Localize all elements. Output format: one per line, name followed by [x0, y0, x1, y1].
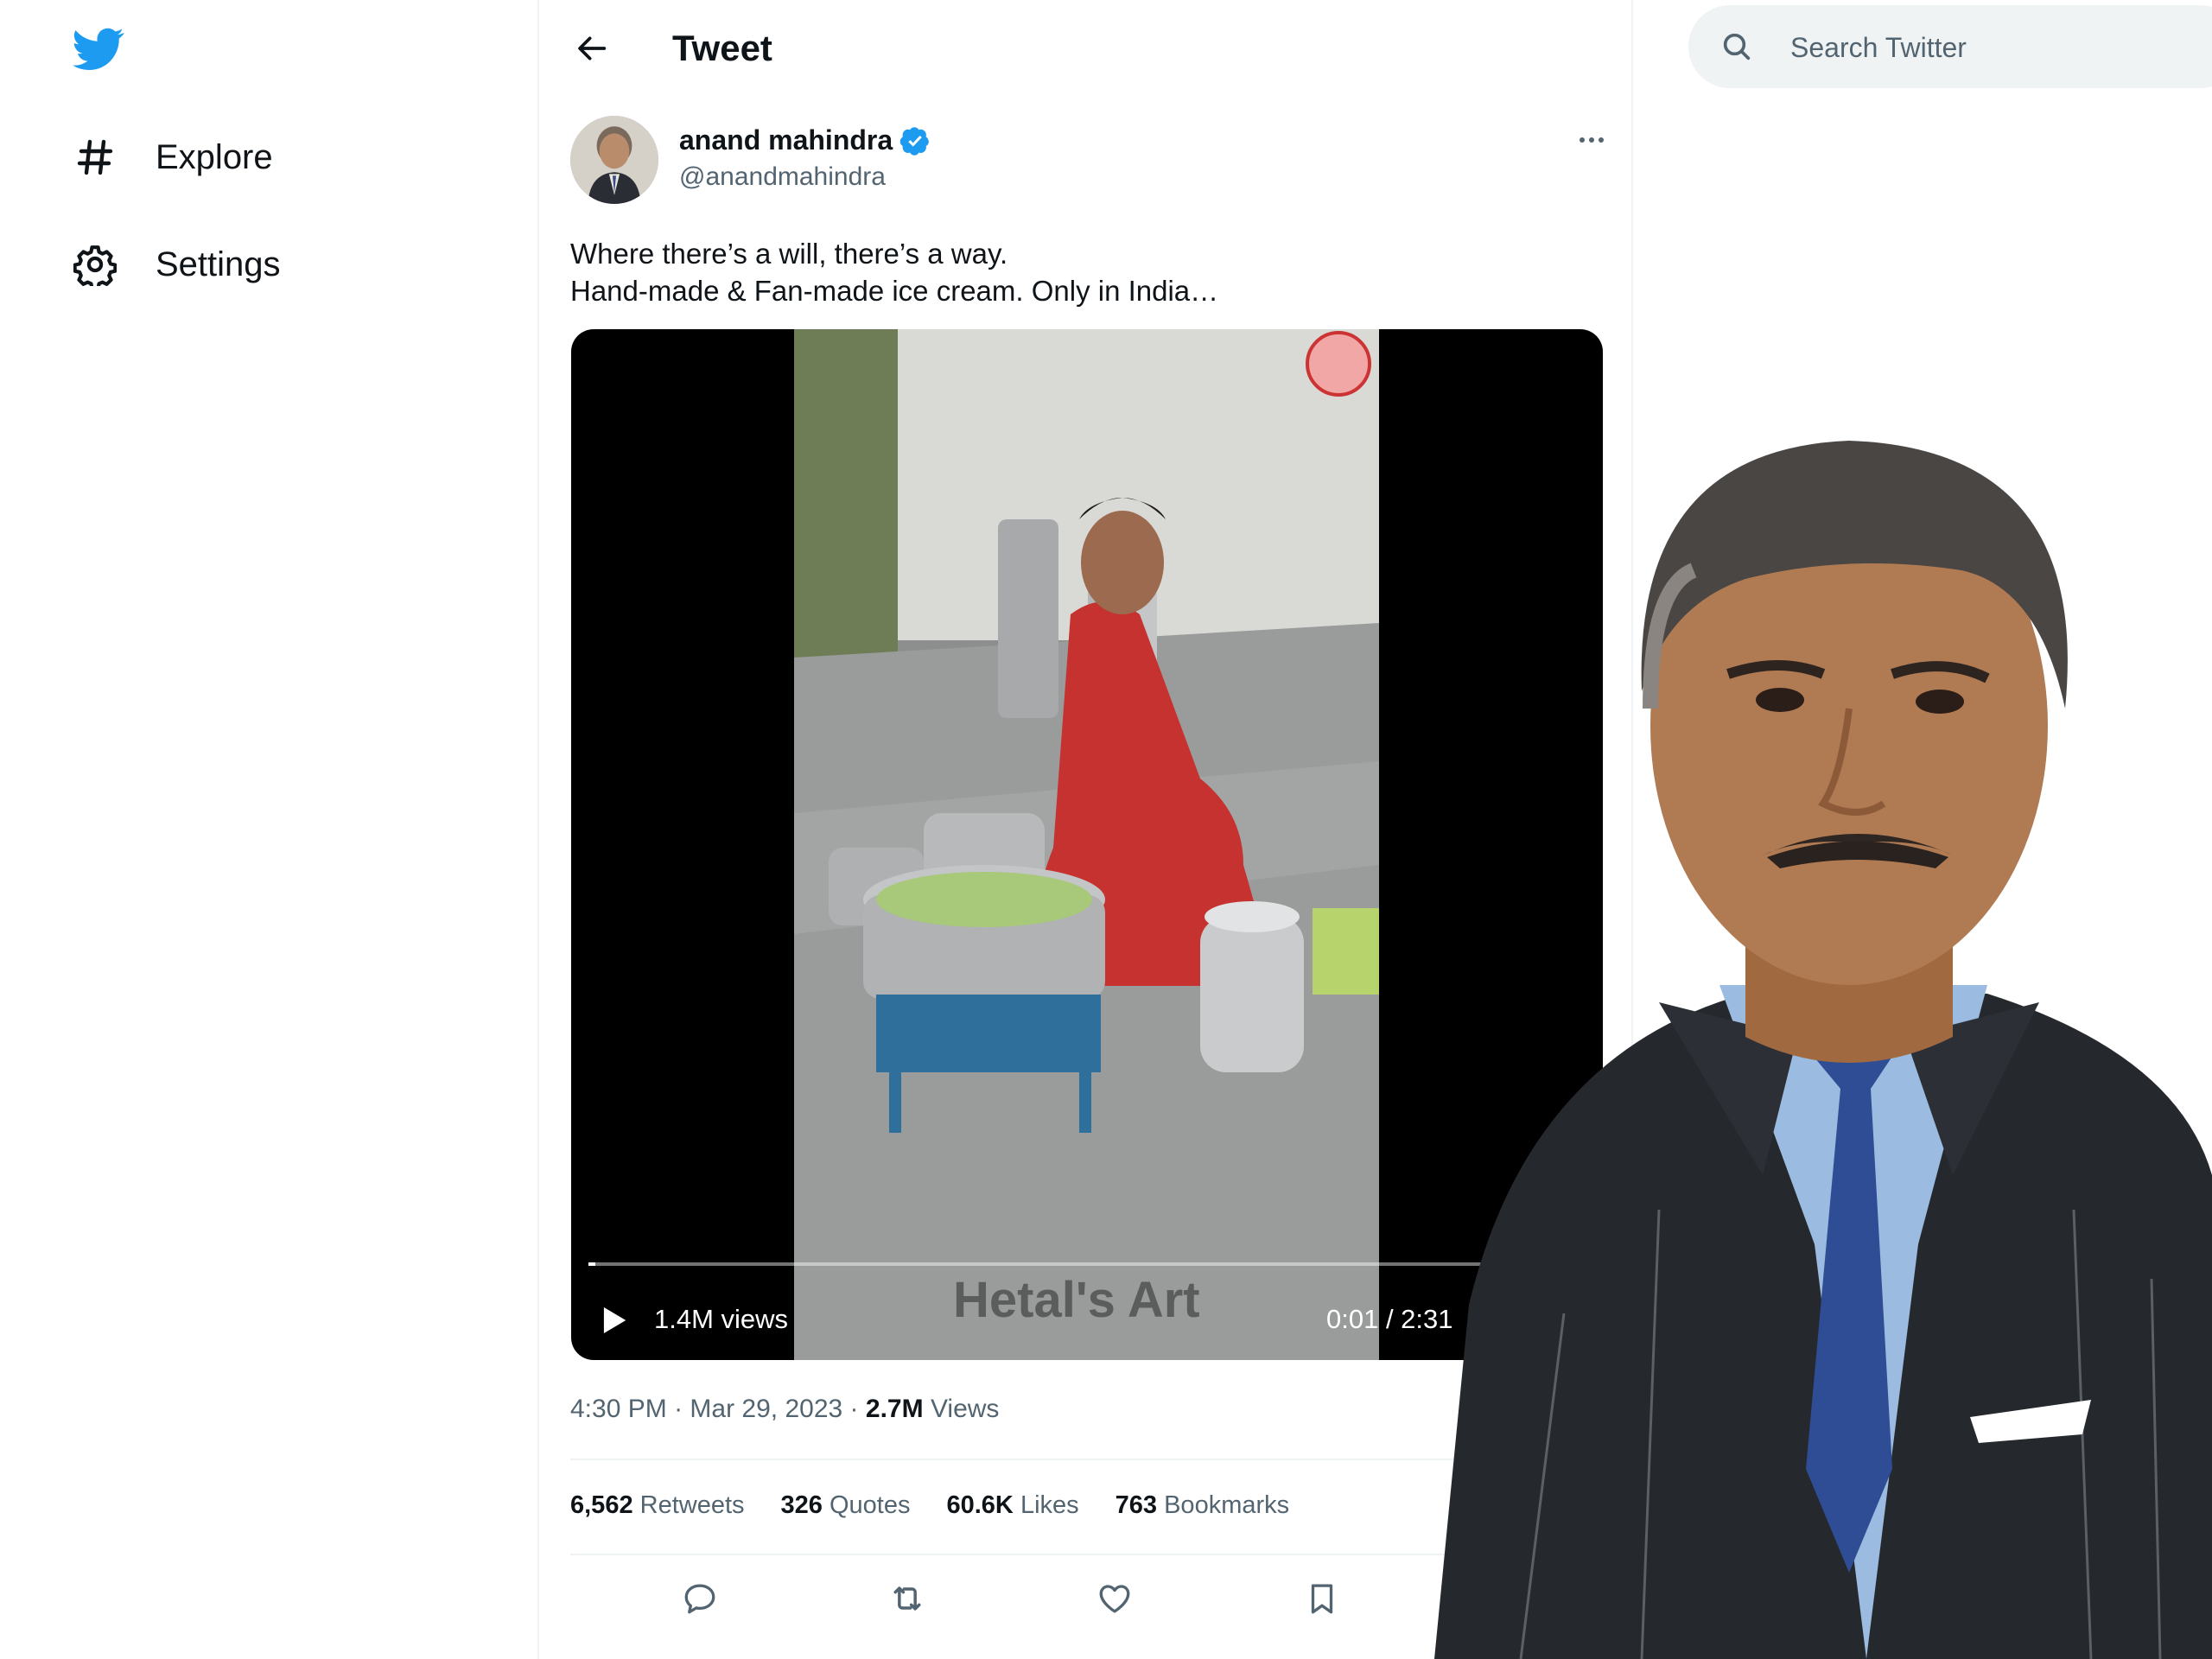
nav-item-explore[interactable]: Explore	[73, 135, 273, 180]
reply-button[interactable]	[674, 1573, 726, 1624]
tweet-views-count: 2.7M	[865, 1395, 924, 1423]
stat-label: Bookmarks	[1164, 1491, 1290, 1519]
tweet-text-line: Where there’s a will, there’s a way.	[570, 238, 1008, 270]
tweet-views-label: Views	[930, 1395, 1000, 1423]
bookmark-icon	[1311, 1584, 1333, 1614]
stat-count: 60.6K	[946, 1491, 1014, 1519]
stat-quotes[interactable]: 326 Quotes	[781, 1491, 911, 1520]
back-button[interactable]	[565, 21, 620, 76]
portrait-photo	[1434, 432, 2212, 1659]
tweet-meta: 4:30 PM · Mar 29, 2023 · 2.7M Views	[570, 1395, 999, 1424]
stat-likes[interactable]: 60.6K Likes	[946, 1491, 1078, 1520]
nav-item-label: Settings	[156, 245, 281, 283]
nav-item-settings[interactable]: Settings	[73, 242, 281, 287]
video-watermark: Hetal's Art	[953, 1272, 1200, 1328]
page-title: Tweet	[672, 28, 772, 68]
meta-separator: ·	[849, 1395, 859, 1423]
left-navigation: Explore Settings	[0, 0, 537, 1659]
video-progress-fill	[588, 1262, 596, 1266]
stat-bookmarks[interactable]: 763 Bookmarks	[1116, 1491, 1290, 1520]
author-name[interactable]: anand mahindra	[679, 124, 893, 156]
reply-icon	[684, 1584, 715, 1614]
search-icon	[1719, 29, 1754, 64]
meta-separator: ·	[674, 1395, 683, 1423]
search-box[interactable]	[1688, 5, 2212, 88]
tweet-time[interactable]: 4:30 PM	[570, 1395, 667, 1423]
play-icon	[603, 1306, 626, 1334]
heart-icon	[1099, 1585, 1130, 1613]
hashtag-icon	[73, 135, 118, 180]
nav-item-label: Explore	[156, 137, 273, 176]
tweet-stats: 6,562 Retweets 326 Quotes 60.6K Likes 76…	[570, 1491, 1325, 1520]
stat-count: 326	[780, 1491, 823, 1519]
page-header: Tweet	[539, 0, 1631, 97]
stat-label: Retweets	[639, 1491, 745, 1519]
retweet-button[interactable]	[881, 1573, 933, 1624]
more-dots-icon	[1580, 137, 1604, 143]
verified-badge-icon	[899, 125, 931, 156]
stat-count: 763	[1115, 1491, 1158, 1519]
stat-label: Likes	[1020, 1491, 1079, 1519]
stat-retweets[interactable]: 6,562 Retweets	[570, 1491, 745, 1520]
play-button[interactable]	[594, 1300, 633, 1340]
stat-label: Quotes	[829, 1491, 911, 1519]
tweet-text: Where there’s a will, there’s a way. Han…	[570, 235, 1599, 309]
author-handle[interactable]: @anandmahindra	[679, 162, 886, 192]
avatar[interactable]	[570, 116, 658, 204]
arrow-left-icon	[578, 36, 607, 60]
like-button[interactable]	[1089, 1573, 1141, 1624]
tweet-text-line: Hand-made & Fan-made ice cream. Only in …	[570, 275, 1219, 307]
video-view-count: 1.4M views	[654, 1304, 789, 1334]
tweet-date[interactable]: Mar 29, 2023	[690, 1395, 842, 1423]
twitter-logo-icon[interactable]	[69, 22, 128, 74]
stat-count: 6,562	[570, 1491, 633, 1519]
video-frame	[794, 329, 1379, 1360]
author-name-row[interactable]: anand mahindra	[679, 124, 931, 156]
bookmark-button[interactable]	[1296, 1573, 1348, 1624]
more-options-button[interactable]	[1566, 123, 1618, 157]
retweet-icon	[893, 1586, 921, 1611]
search-input[interactable]	[1790, 29, 2188, 66]
gear-icon	[73, 242, 118, 287]
